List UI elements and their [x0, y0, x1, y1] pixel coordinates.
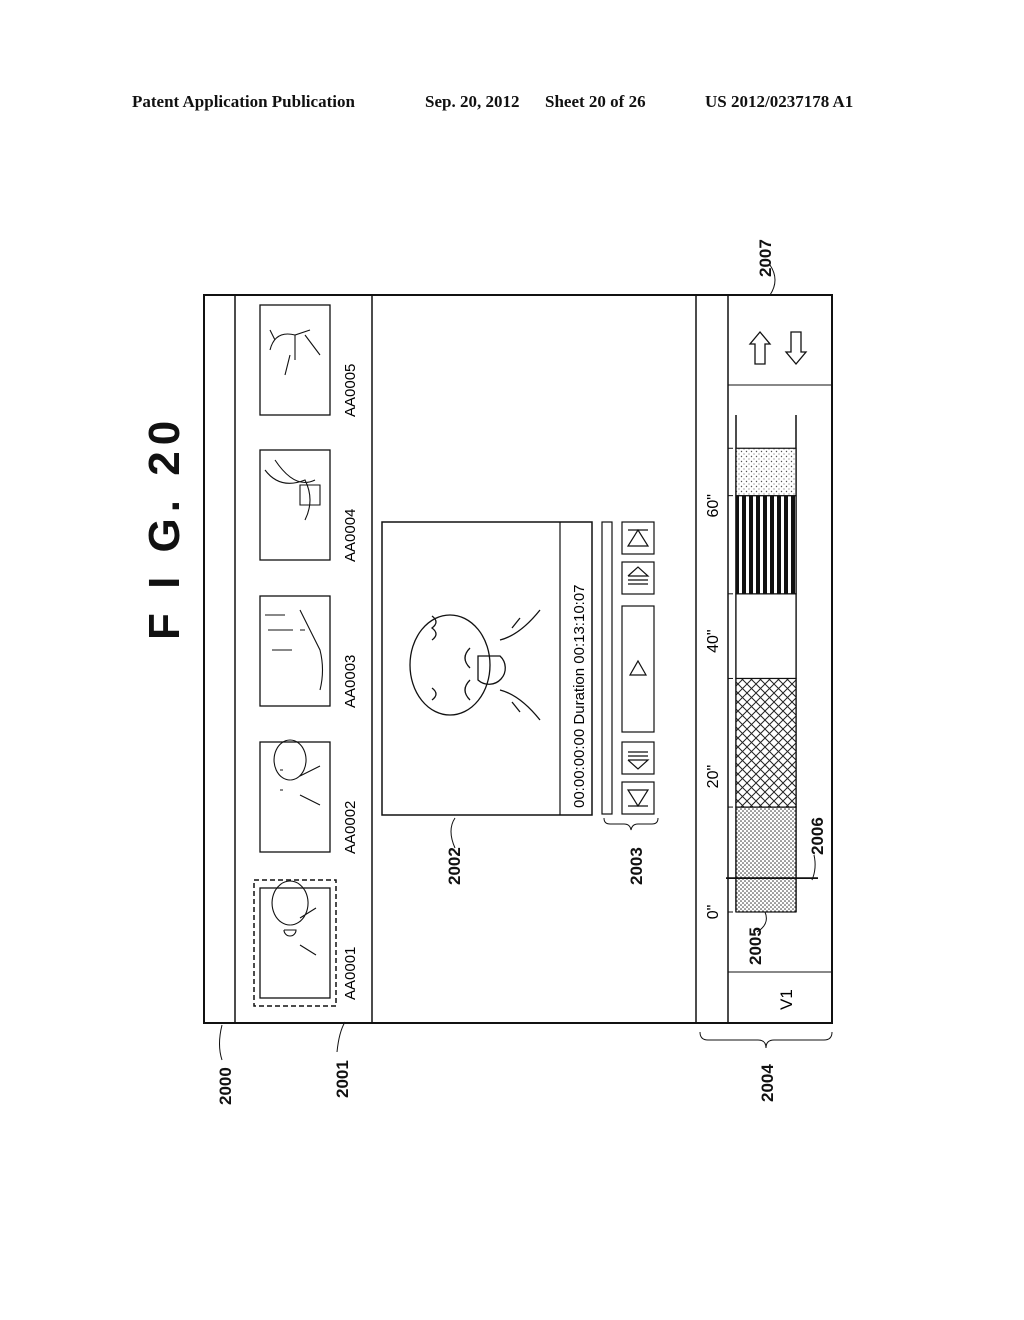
tick-label: 40"	[705, 629, 722, 652]
thumbnail-aa0005[interactable]: AA0005	[259, 304, 359, 417]
thumbnail-label: AA0005	[342, 364, 359, 417]
timecode-readout: 00:00:00:00 Duration 00:13:10:07	[571, 584, 588, 808]
controls-brace	[603, 817, 659, 831]
leader-2006	[811, 854, 816, 881]
thumbnail-label: AA0003	[342, 655, 359, 708]
seek-bar[interactable]	[601, 521, 613, 815]
tick-label: 60"	[705, 494, 722, 517]
leader-2001	[336, 1021, 346, 1053]
figure-drawing: AA0001 AA0002 AA0003 AA0004 AA0005 00:00:00:…	[203, 264, 833, 1061]
timeline-brace	[699, 1031, 833, 1049]
timeline-segment-2[interactable]	[735, 677, 797, 808]
ref-2002: 2002	[445, 847, 464, 885]
playback-controls	[601, 521, 659, 831]
ref-2006: 2006	[808, 817, 827, 855]
ref-2005: 2005	[746, 927, 765, 965]
timeline-segment-1[interactable]	[735, 806, 797, 913]
arrow-up-icon[interactable]	[748, 330, 772, 365]
preview-pane: 00:00:00:00 Duration 00:13:10:07	[381, 521, 593, 816]
thumbnail-aa0002[interactable]: AA0002	[259, 739, 359, 854]
ref-2001: 2001	[333, 1060, 352, 1098]
skip-to-start-button[interactable]	[621, 781, 655, 815]
timeline-segment-4[interactable]	[735, 495, 797, 595]
thumbnail-aa0001[interactable]: AA0001	[253, 879, 359, 1007]
thumbnail-label: AA0001	[342, 947, 359, 1000]
thumbnail-aa0004[interactable]: AA0004	[259, 449, 359, 562]
timeline-panel: 0" 20" 40" 60" V1	[705, 415, 818, 1010]
leader-2000	[219, 1024, 223, 1061]
play-button[interactable]	[621, 605, 655, 733]
ref-2004: 2004	[758, 1064, 777, 1102]
ref-2003: 2003	[627, 847, 646, 885]
timeline-segment-5[interactable]	[735, 447, 797, 497]
ref-2000: 2000	[216, 1067, 235, 1105]
track-label: V1	[777, 989, 796, 1010]
arrow-down-icon[interactable]	[784, 331, 808, 366]
ref-2007: 2007	[756, 239, 775, 277]
step-forward-button[interactable]	[621, 561, 655, 595]
step-back-button[interactable]	[621, 741, 655, 775]
tick-label: 20"	[705, 765, 722, 788]
thumbnail-image	[259, 887, 331, 999]
thumbnail-image	[259, 741, 331, 853]
timeline-segment-3[interactable]	[735, 593, 797, 680]
scroll-arrows	[748, 330, 808, 366]
thumbnail-label: AA0004	[342, 509, 359, 562]
leader-2002	[450, 817, 456, 849]
thumbnail-aa0003[interactable]: AA0003	[259, 595, 359, 708]
tick-label: 0"	[705, 905, 722, 920]
thumbnail-label: AA0002	[342, 801, 359, 854]
skip-to-end-button[interactable]	[621, 521, 655, 555]
thumbnail-image	[259, 595, 331, 707]
